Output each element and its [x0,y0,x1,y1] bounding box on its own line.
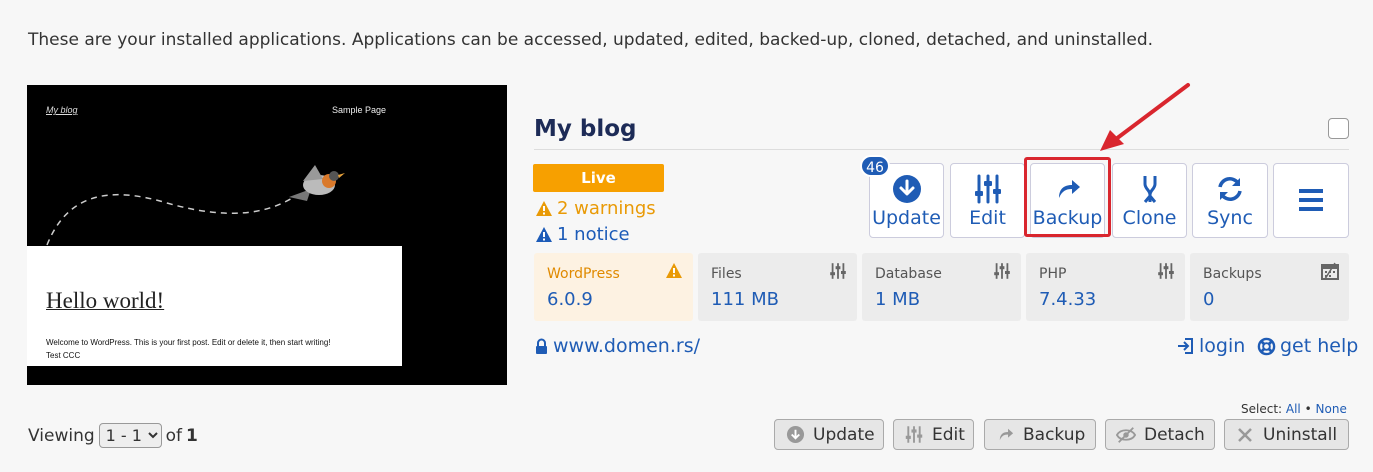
edit-button[interactable]: Edit [950,163,1025,238]
status-badge: Live [533,164,664,192]
notices-link[interactable]: 1 notice [535,224,630,245]
page-range-select[interactable]: 1 - 1 [98,423,162,448]
select-controls: Select: All • None [1241,402,1347,416]
warnings-link[interactable]: 2 warnings [535,198,656,219]
login-label: login [1199,335,1246,357]
hamburger-menu-icon [1299,189,1323,211]
info-php-label: PHP [1039,266,1067,282]
info-wordpress-label: WordPress [547,266,620,282]
bulk-update-label: Update [813,424,875,445]
select-checkbox[interactable] [1328,118,1349,139]
warnings-label: 2 warnings [557,198,656,219]
info-backups-label: Backups [1203,266,1262,282]
annotation-arrow [1100,83,1190,151]
update-button-label: Update [872,207,941,229]
app-url-link[interactable]: www.domen.rs/ [535,335,700,357]
sliders-icon [905,426,923,443]
notices-label: 1 notice [557,224,630,245]
app-url-text: www.domen.rs/ [553,335,700,357]
sliders-icon [1158,263,1174,279]
thumb-site-title: My blog [46,105,78,115]
sliders-icon [994,263,1010,279]
info-backups[interactable]: Backups 0 [1190,253,1349,321]
select-all-link[interactable]: All [1286,402,1301,416]
warning-icon [536,201,552,216]
thumb-post-title: Hello world! [46,288,165,313]
intro-text: These are your installed applications. A… [28,30,1154,50]
get-help-link[interactable]: get help [1257,335,1358,357]
lifebuoy-icon [1257,337,1276,355]
bulk-edit-button[interactable]: Edit [893,419,974,450]
total-count: 1 [186,425,198,446]
info-files-label: Files [711,266,742,282]
sync-button[interactable]: Sync [1192,163,1268,238]
divider [534,149,1349,150]
sliders-icon [830,263,846,279]
info-files[interactable]: Files 111 MB [698,253,857,321]
pagination: Viewing 1 - 1 of 1 [28,423,198,448]
bulk-update-button[interactable]: Update [774,419,884,450]
bulk-detach-button[interactable]: Detach [1105,419,1215,450]
bulk-uninstall-label: Uninstall [1263,424,1338,445]
warning-icon [666,263,682,278]
calendar-icon [1321,262,1339,280]
thumb-nav-link: Sample Page [332,105,387,115]
info-php-value: 7.4.33 [1039,289,1097,310]
info-database-value: 1 MB [875,289,921,310]
bulk-backup-button[interactable]: Backup [984,419,1096,450]
bulk-backup-label: Backup [1023,424,1086,445]
download-circle-icon [786,425,804,444]
bulk-uninstall-button[interactable]: Uninstall [1224,419,1349,450]
info-database[interactable]: Database 1 MB [862,253,1021,321]
login-icon [1178,338,1193,354]
thumb-post-extra: Test CCC [46,351,81,360]
highlight-box [1024,157,1111,237]
fork-icon [1143,176,1156,203]
bulk-detach-label: Detach [1144,424,1205,445]
download-circle-icon [892,175,921,203]
thumb-post-text: Welcome to WordPress. This is your first… [46,338,331,347]
update-count-badge: 46 [860,155,890,177]
notice-icon [536,227,552,242]
thumb-post-card: Hello world! Welcome to WordPress. This … [27,246,402,366]
select-label: Select: [1241,402,1283,416]
app-title[interactable]: My blog [534,116,637,142]
sync-button-label: Sync [1207,207,1253,229]
clone-button-label: Clone [1122,207,1177,229]
eye-slash-icon [1116,426,1136,443]
select-separator: • [1304,402,1312,416]
info-wordpress[interactable]: WordPress 6.0.9 [534,253,693,321]
info-database-label: Database [875,266,942,282]
thumb-post-body: Welcome to WordPress. This is your first… [46,336,331,362]
info-files-value: 111 MB [711,289,779,310]
share-arrow-icon [999,428,1013,441]
info-php[interactable]: PHP 7.4.33 [1026,253,1185,321]
app-thumbnail[interactable]: My blog Sample Page Hello world! Welcome… [27,85,507,385]
clone-button[interactable]: Clone [1112,163,1187,238]
bulk-edit-label: Edit [932,424,965,445]
select-none-link[interactable]: None [1316,402,1347,416]
more-menu-button[interactable] [1273,163,1349,238]
login-link[interactable]: login [1177,335,1245,357]
sliders-icon [974,174,1001,204]
viewing-label: Viewing [28,425,95,446]
edit-button-label: Edit [969,207,1006,229]
of-label: of [165,425,183,446]
get-help-label: get help [1280,335,1359,357]
close-icon [1238,427,1252,442]
lock-icon [536,338,547,354]
sync-icon [1218,177,1242,201]
info-backups-value: 0 [1203,289,1215,310]
info-wordpress-value: 6.0.9 [547,289,593,310]
